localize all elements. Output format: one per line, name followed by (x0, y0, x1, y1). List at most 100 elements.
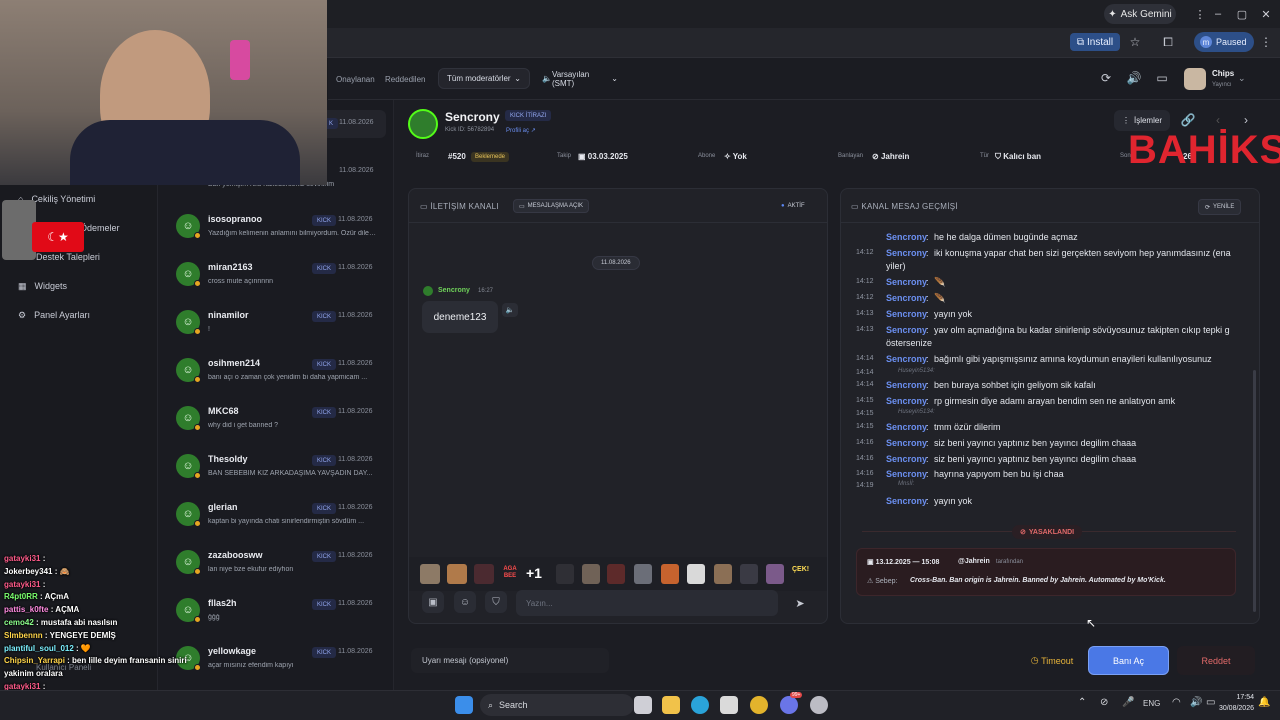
discord-icon[interactable] (780, 696, 798, 714)
emote-icon[interactable] (607, 564, 625, 584)
windows-start-icon[interactable] (455, 696, 473, 714)
message-time: 14:16 (856, 455, 874, 462)
moderator-select[interactable]: Tüm moderatörler ⌄ (438, 68, 530, 89)
profile-paused-button[interactable]: m Paused (1194, 32, 1254, 52)
volume-icon[interactable]: 🔊 (1126, 70, 1142, 86)
sidebar-item-payments[interactable]: Ödemeler (80, 219, 120, 237)
reject-button[interactable]: Reddet (1177, 646, 1255, 675)
emoji-icon[interactable]: ☺ (454, 591, 476, 613)
profile-link[interactable]: Profili aç ↗ (506, 127, 536, 134)
bookmark-star-icon[interactable]: ☆ (1127, 34, 1143, 50)
appeal-row[interactable]: ☺ zazaboosww KICK 11.08.2026 lan niye bze ek… (172, 544, 390, 588)
mod-note: Mnsİİ: (898, 481, 915, 487)
maximize-icon[interactable]: ▢ (1230, 4, 1254, 24)
plus-one-emote[interactable]: +1 (526, 565, 542, 581)
chevron-down-icon[interactable]: ⌄ (1238, 73, 1246, 84)
tab-rejected[interactable]: Reddedilen (385, 75, 425, 84)
emote-icon[interactable] (556, 564, 574, 584)
microphone-icon[interactable]: 🎤 (1122, 697, 1134, 708)
tab-approved[interactable]: Onaylanan (336, 75, 375, 84)
edge-icon[interactable] (691, 696, 709, 714)
appeal-row[interactable]: ☺ fllas2h KICK 11.08.2026 ğğğ (172, 592, 390, 636)
warning-message-input[interactable]: Uyarı mesajı (opsiyonel) (411, 648, 609, 673)
cek-emote[interactable]: ÇEK! (792, 566, 809, 573)
extensions-icon[interactable]: ⧠ (1160, 34, 1176, 50)
appeal-message: BAN SEBEBİM KIZ ARKADAŞIMA YAVŞADIN DAY.… (208, 470, 373, 477)
emote-icon[interactable] (420, 564, 440, 584)
appeal-row[interactable]: ☺ yellowkage KICK 11.08.2026 açar mısınız ef… (172, 640, 390, 684)
emote-icon[interactable] (634, 564, 652, 584)
history-scrollbar[interactable] (1253, 370, 1256, 612)
emote-icon[interactable] (714, 564, 732, 584)
message-input[interactable]: Yazın... (516, 590, 778, 616)
calendar-icon: ▣ (867, 559, 876, 566)
history-username: Sencrony (886, 293, 928, 303)
appeal-row[interactable]: ☺ glerian KICK 11.08.2026 kaptan bi yayında … (172, 496, 390, 540)
sidebar-item-settings[interactable]: ⚙ Panel Ayarları (18, 306, 90, 324)
notification-icon[interactable]: 🔔 (1258, 697, 1270, 708)
ask-gemini-button[interactable]: ✦ Ask Gemini (1104, 4, 1176, 24)
image-icon[interactable]: ▣ (422, 591, 444, 613)
appeal-number: #520 (448, 152, 466, 161)
timeout-button[interactable]: ◷ Timeout (1024, 648, 1080, 673)
appeal-row[interactable]: ☺ ninamilor KICK 11.08.2026! (172, 304, 390, 348)
unban-button[interactable]: Banı Aç (1088, 646, 1169, 675)
shield-icon[interactable]: ⛉ (485, 591, 507, 613)
aga-bee-emote[interactable]: AGA BEE (499, 566, 521, 580)
emote-icon[interactable] (766, 564, 784, 584)
install-app-button[interactable]: ⧉ Install (1070, 33, 1120, 51)
volume-icon[interactable]: 🔊 (1190, 697, 1202, 708)
avatar[interactable] (1184, 68, 1206, 90)
network-off-icon[interactable]: ⊘ (1100, 697, 1108, 708)
history-title: ▭ KANAL MESAJ GEÇMİŞİ (851, 202, 958, 211)
message-time: 14:15 (856, 423, 874, 430)
prev-arrow-icon[interactable]: ‹ (1210, 112, 1226, 128)
minimize-icon[interactable]: – (1206, 4, 1230, 24)
chat-icon[interactable]: ▭ (1154, 70, 1170, 86)
emote-icon[interactable] (474, 564, 494, 584)
voice-select[interactable]: 🔈 Varsayılan (SMT) ⌄ (534, 68, 626, 89)
sidebar-item-widgets[interactable]: ▦ Widgets (18, 277, 67, 295)
app-icon[interactable] (810, 696, 828, 714)
colon-separator: : (926, 380, 929, 390)
file-explorer-icon[interactable] (662, 696, 680, 714)
taskbar-search[interactable]: ⌕ Search (480, 694, 634, 716)
status-badge: Beklemede (471, 152, 510, 162)
appeal-row[interactable]: ☺ MKC68 KICK 11.08.2026 why did i get banned… (172, 400, 390, 444)
emote-icon[interactable] (582, 564, 600, 584)
next-arrow-icon[interactable]: › (1238, 112, 1254, 128)
emote-icon[interactable] (661, 564, 679, 584)
send-icon[interactable]: ➤ (790, 594, 810, 612)
emote-icon[interactable] (740, 564, 758, 584)
speaker-icon[interactable]: 🔈 (502, 303, 518, 317)
store-icon[interactable] (720, 696, 738, 714)
external-link-icon: ↗ (530, 128, 536, 134)
browser-menu-icon[interactable]: ⋮ (1258, 34, 1274, 50)
streamer-shirt (70, 120, 300, 185)
clock-date[interactable]: 30/08/2026 (1210, 705, 1254, 712)
appeal-row[interactable]: ☺ Thesoldy KICK 11.08.2026 BAN SEBEBİM KIZ A… (172, 448, 390, 492)
clock-time[interactable]: 17:54 (1226, 694, 1254, 701)
refresh-icon[interactable]: ⟳ (1098, 70, 1114, 86)
message-time: 14:19 (856, 482, 874, 489)
chat-username: gatayki31 (4, 579, 41, 589)
task-view-icon[interactable] (634, 696, 652, 714)
appeal-row[interactable]: ☺ isosopranoo KICK 11.08.2026 Yazdığım kelim… (172, 208, 390, 252)
emote-icon[interactable] (447, 564, 467, 584)
history-message: 🪶 (934, 277, 946, 287)
appeal-row[interactable]: ☺ miran2163 KICK 11.08.2026 cross mute açınn… (172, 256, 390, 300)
close-icon[interactable]: ✕ (1254, 4, 1278, 24)
link-icon[interactable]: 🔗 (1180, 112, 1196, 128)
chat-icon: ▭ (519, 203, 525, 210)
appeal-row[interactable]: ☺ osihmen214 KICK 11.08.2026 banı açı o zama… (172, 352, 390, 396)
appeal-date: 11.08.2026 (339, 167, 374, 174)
kick-badge: KICK (312, 551, 337, 562)
chrome-icon[interactable] (750, 696, 768, 714)
language-indicator[interactable]: ENG (1143, 699, 1160, 708)
emote-icon[interactable] (687, 564, 705, 584)
chevron-up-icon[interactable]: ⌃ (1078, 697, 1086, 708)
appeal-date: 11.08.2026 (338, 216, 373, 223)
refresh-button[interactable]: ⟳ YENİLE (1198, 199, 1242, 215)
colon-separator: : (926, 354, 929, 364)
wifi-icon[interactable]: ◠ (1172, 697, 1181, 708)
